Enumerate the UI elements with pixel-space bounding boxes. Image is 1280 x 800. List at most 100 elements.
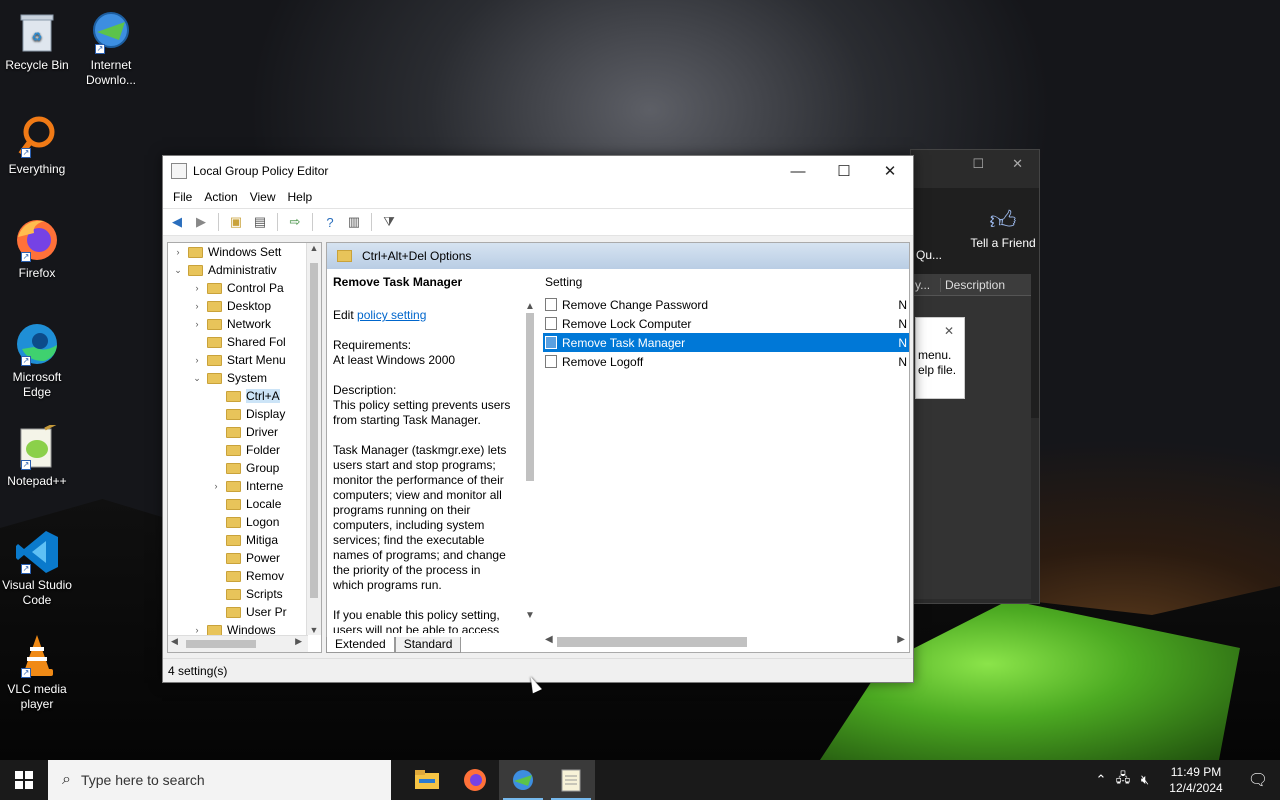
back-arrow-icon[interactable]: ◀ [167, 212, 187, 232]
policy-setting-icon [545, 298, 557, 311]
background-window[interactable]: ☐ ✕ 👍︎ Tell a Friend Qu... y... Descript… [910, 149, 1040, 604]
scroll-thumb[interactable] [526, 313, 534, 481]
expand-chevron-icon[interactable]: › [191, 301, 203, 311]
app-icon [171, 163, 187, 179]
tab-standard[interactable]: Standard [394, 637, 462, 653]
background-partial-label: Qu... [916, 248, 943, 262]
tree-item[interactable]: › Interne [168, 477, 321, 495]
tree-item[interactable]: Logon [168, 513, 321, 531]
description-scrollbar[interactable]: ▲ ▼ [523, 301, 537, 621]
tree-item[interactable]: › Windows Sett [168, 243, 321, 261]
expand-chevron-icon[interactable]: ⌄ [172, 265, 184, 276]
start-button[interactable] [0, 760, 48, 800]
tree-item[interactable]: Shared Fol [168, 333, 321, 351]
desktop-icon-internet-download-manager[interactable]: ↗ Internet Downlo... [74, 8, 148, 88]
menu-file[interactable]: File [167, 190, 198, 204]
desktop-icon-vlc[interactable]: ↗ VLC media player [0, 632, 74, 712]
tree-item[interactable]: ⌄ Administrativ [168, 261, 321, 279]
taskbar-notepad[interactable] [547, 760, 595, 800]
taskbar-search[interactable]: ⌕ Type here to search [48, 760, 391, 800]
scroll-thumb[interactable] [310, 263, 318, 598]
expand-chevron-icon[interactable]: › [191, 355, 203, 365]
volume-muted-icon[interactable]: 🔇︎ [1134, 772, 1156, 788]
desktop-icon-notepadpp[interactable]: ↗ Notepad++ [0, 424, 74, 489]
taskbar-internet-download-manager[interactable] [499, 760, 547, 800]
desktop-icon-firefox[interactable]: ↗ Firefox [0, 216, 74, 281]
expand-chevron-icon[interactable]: ⌄ [191, 373, 203, 384]
taskbar-firefox[interactable] [451, 760, 499, 800]
filter-icon[interactable]: ⧩ [379, 212, 399, 232]
bg-close-icon[interactable]: ✕ [1012, 156, 1023, 172]
popup-close-icon[interactable]: ✕ [944, 324, 954, 339]
scroll-thumb[interactable] [186, 640, 256, 648]
group-policy-editor-window[interactable]: Local Group Policy Editor — ☐ ✕ File Act… [162, 155, 914, 683]
menu-help[interactable]: Help [282, 190, 319, 204]
expand-chevron-icon[interactable]: › [191, 319, 203, 329]
taskbar-file-explorer[interactable] [403, 760, 451, 800]
tree-vertical-scrollbar[interactable]: ▲ ▼ [306, 243, 321, 635]
tree-item[interactable]: Folder [168, 441, 321, 459]
tree-item[interactable]: Remov [168, 567, 321, 585]
notification-icon[interactable]: 🗨︎ [1236, 770, 1280, 790]
help-icon[interactable]: ? [320, 212, 340, 232]
desktop-icon-vscode[interactable]: ↗ Visual Studio Code [0, 528, 74, 608]
expand-chevron-icon[interactable]: › [191, 283, 203, 293]
column-description[interactable]: Description [941, 278, 1005, 292]
tree-item-label: Mitiga [246, 533, 279, 547]
tree-item[interactable]: Mitiga [168, 531, 321, 549]
desktop-icon-edge[interactable]: ↗ Microsoft Edge [0, 320, 74, 400]
show-hide-tree-icon[interactable]: ▤ [250, 212, 270, 232]
policy-setting-link[interactable]: policy setting [357, 308, 426, 322]
desktop-icon-recycle-bin[interactable]: ♻ Recycle Bin [0, 8, 74, 73]
expand-chevron-icon[interactable]: › [191, 625, 203, 635]
menu-view[interactable]: View [244, 190, 282, 204]
close-icon[interactable]: ✕ [867, 156, 913, 186]
minimize-icon[interactable]: — [775, 156, 821, 186]
tree-item[interactable]: › Desktop [168, 297, 321, 315]
maximize-icon[interactable]: ☐ [821, 156, 867, 186]
tree-item[interactable]: Group [168, 459, 321, 477]
tree-item[interactable]: Locale [168, 495, 321, 513]
policy-setting-row[interactable]: Remove Logoff N [543, 352, 909, 371]
tree-item[interactable]: Scripts [168, 585, 321, 603]
tree-horizontal-scrollbar[interactable]: ◀ ▶ [168, 635, 308, 652]
policy-setting-name: Remove Change Password [562, 297, 709, 312]
policy-setting-row[interactable]: Remove Task Manager N [543, 333, 909, 352]
expand-chevron-icon[interactable]: › [172, 247, 184, 257]
tree-item[interactable]: User Pr [168, 603, 321, 621]
tree-item[interactable]: › Control Pa [168, 279, 321, 297]
window-titlebar[interactable]: Local Group Policy Editor — ☐ ✕ [163, 156, 913, 186]
clock[interactable]: 11:49 PM 12/4/2024 [1156, 764, 1236, 796]
up-folder-icon[interactable]: ▣ [226, 212, 246, 232]
network-icon[interactable]: 🖧︎ [1112, 769, 1134, 791]
tree-item-label: Desktop [227, 299, 272, 313]
properties-icon[interactable]: ▥ [344, 212, 364, 232]
menu-action[interactable]: Action [198, 190, 243, 204]
tree-item[interactable]: Ctrl+A [168, 387, 321, 405]
tree-item[interactable]: › Network [168, 315, 321, 333]
bg-maximize-icon[interactable]: ☐ [972, 156, 984, 172]
desktop-icon-everything[interactable]: ↗ Everything [0, 112, 74, 177]
svg-text:♻: ♻ [32, 30, 43, 44]
tree-item[interactable]: Driver [168, 423, 321, 441]
expand-chevron-icon[interactable]: › [210, 481, 222, 491]
tree-item[interactable]: › Start Menu [168, 351, 321, 369]
list-horizontal-scrollbar[interactable]: ◀ ▶ [543, 633, 907, 650]
tree-item[interactable]: ⌄ System [168, 369, 321, 387]
desktop-icon-label: Microsoft Edge [12, 370, 62, 399]
policy-setting-row[interactable]: Remove Lock Computer N [543, 314, 909, 333]
tree-item[interactable]: Power [168, 549, 321, 567]
policy-setting-row[interactable]: Remove Change Password N [543, 295, 909, 314]
tree-item[interactable]: Display [168, 405, 321, 423]
file-explorer-icon [415, 770, 439, 789]
export-list-icon[interactable]: ⇨ [285, 212, 305, 232]
scroll-thumb[interactable] [557, 637, 747, 647]
column-partial[interactable]: y... [911, 277, 941, 292]
desktop-icon-label: Firefox [18, 266, 56, 280]
chevron-up-icon[interactable]: ⌃ [1090, 772, 1112, 788]
folder-icon [207, 372, 222, 384]
forward-arrow-icon[interactable]: ▶ [191, 212, 211, 232]
column-setting[interactable]: Setting [543, 269, 909, 295]
tell-a-friend-button[interactable]: 👍︎ Tell a Friend [963, 205, 1043, 250]
tab-extended[interactable]: Extended [326, 637, 395, 653]
